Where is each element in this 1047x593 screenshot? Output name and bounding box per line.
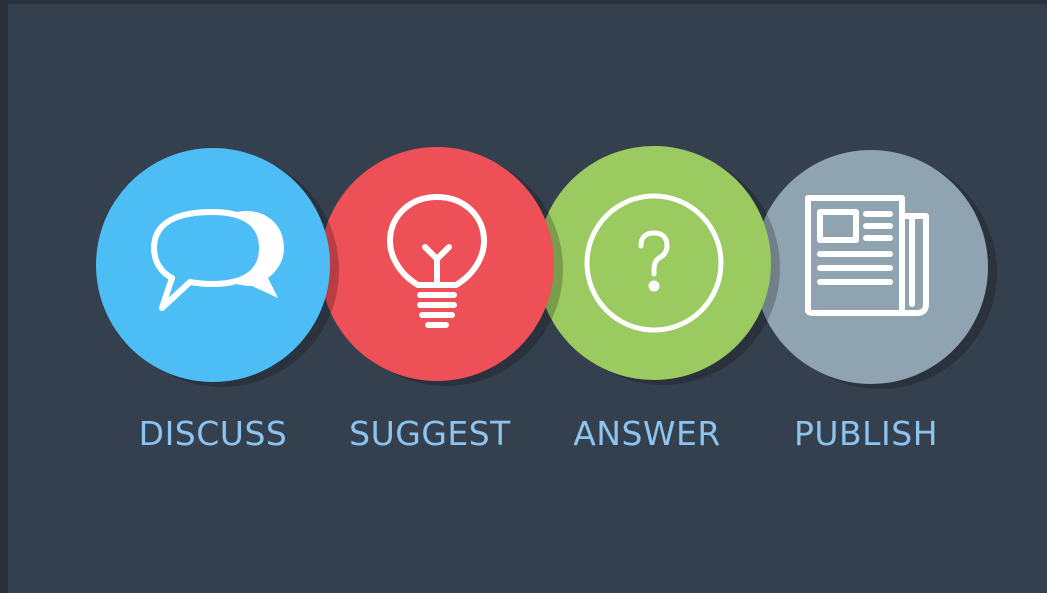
discuss-label: DISCUSS <box>138 414 288 453</box>
publish-label: PUBLISH <box>793 414 939 453</box>
suggest-label: SUGGEST <box>349 414 511 453</box>
publish-circle <box>754 150 988 384</box>
answer-circle <box>537 146 771 380</box>
diagram-canvas: DISCUSS SUGGEST ANSWER PUBLISH <box>8 4 1047 593</box>
question-mark-icon <box>579 188 729 338</box>
discuss-circle <box>96 148 330 382</box>
answer-label: ANSWER <box>573 414 721 453</box>
newspaper-icon <box>796 192 946 342</box>
chat-bubbles-icon <box>138 190 288 340</box>
lightbulb-icon <box>362 189 512 339</box>
suggest-circle <box>320 147 554 381</box>
